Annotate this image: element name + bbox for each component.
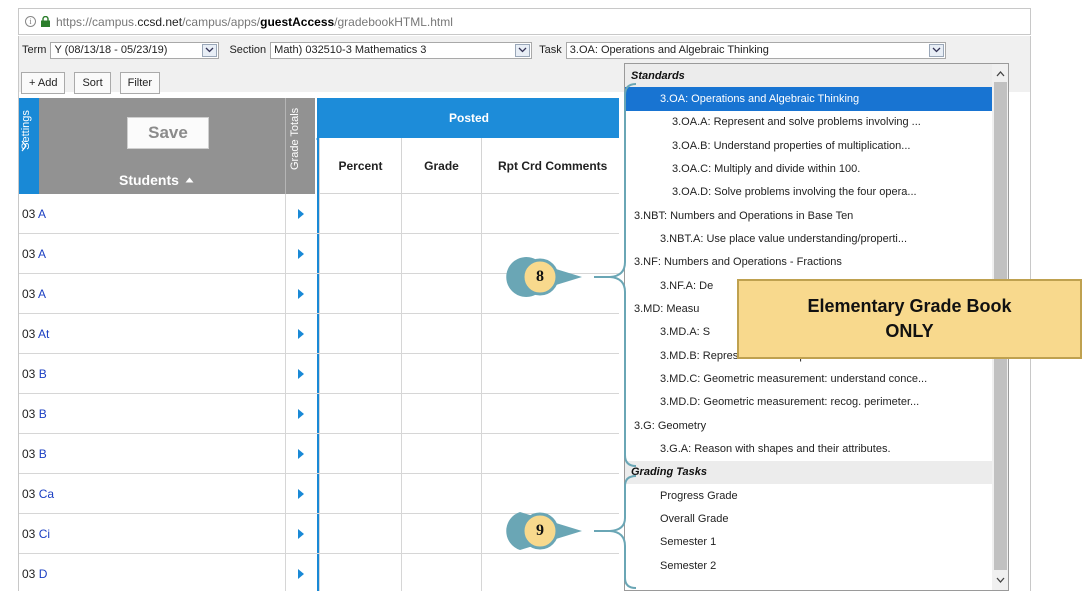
elementary-only-callout: Elementary Grade Book ONLY — [737, 279, 1082, 359]
bracket-9 — [594, 475, 637, 589]
callout-badge-8: 8 — [536, 268, 544, 285]
callout-badge-9: 9 — [536, 522, 544, 539]
bracket-8 — [594, 83, 637, 467]
callout-line-1: Elementary Grade Book — [807, 296, 1012, 316]
callout-line-2: ONLY — [885, 321, 934, 341]
